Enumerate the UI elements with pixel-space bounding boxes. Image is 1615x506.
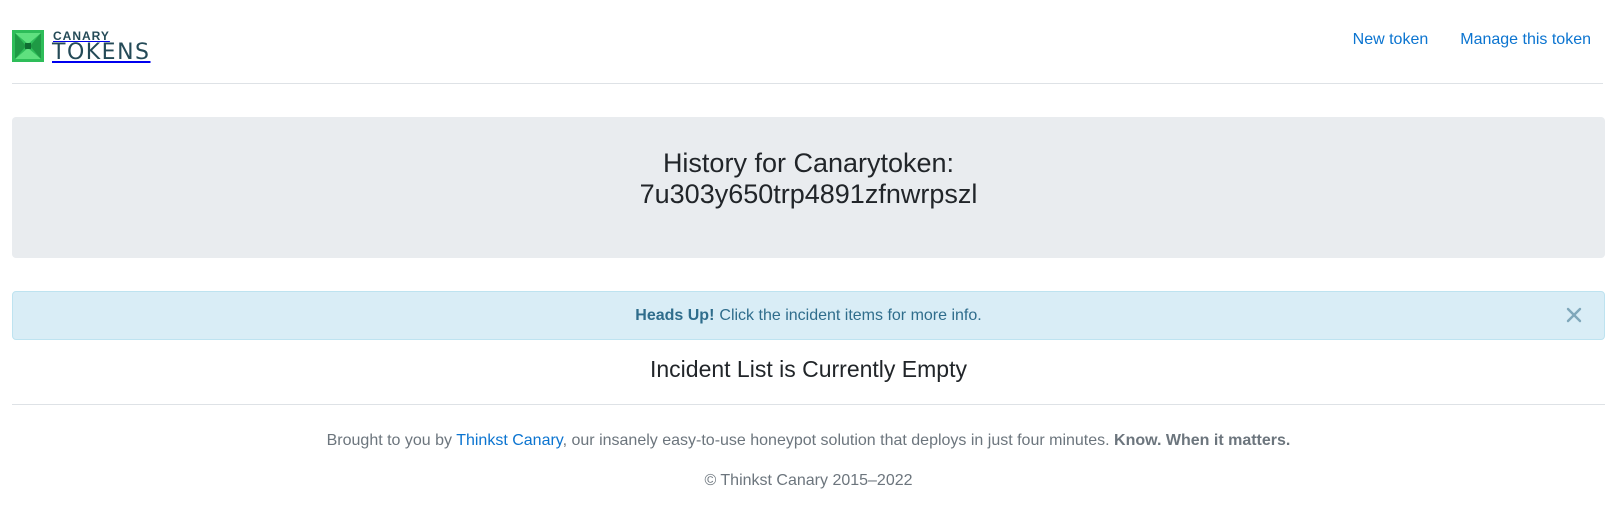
page: CANARY TOKENS New token Manage this toke… (0, 0, 1615, 506)
history-header: History for Canarytoken: 7u303y650trp489… (12, 117, 1605, 258)
footer-credits: Brought to you by Thinkst Canary, our in… (12, 430, 1605, 452)
divider (12, 404, 1605, 405)
top-nav: New token Manage this token (1321, 30, 1591, 50)
history-title: History for Canarytoken: (662, 148, 955, 178)
close-icon[interactable] (1564, 305, 1584, 325)
footer-middle: , our insanely easy-to-use honeypot solu… (562, 432, 1110, 449)
logo-text-big: TOKENS (52, 39, 151, 65)
manage-token-link[interactable]: Manage this token (1428, 30, 1591, 50)
header: CANARY TOKENS New token Manage this toke… (12, 0, 1603, 84)
token-id: 7u303y650trp4891zfnwrpszl (639, 179, 978, 209)
canarytokens-logo[interactable]: CANARY TOKENS (12, 29, 151, 63)
thinkst-canary-link[interactable]: Thinkst Canary (456, 432, 562, 449)
logo-text: CANARY TOKENS (52, 30, 151, 65)
new-token-link[interactable]: New token (1321, 30, 1429, 50)
alert-strong: Heads Up! (635, 306, 715, 324)
alert-text: Click the incident items for more info. (719, 306, 982, 324)
footer-prefix: Brought to you by (326, 432, 453, 449)
canary-logo-icon (12, 30, 44, 62)
incident-list-empty: Incident List is Currently Empty (649, 356, 967, 382)
footer-copyright: © Thinkst Canary 2015–2022 (704, 472, 913, 489)
info-alert: Heads Up! Click the incident items for m… (12, 291, 1605, 340)
footer-tagline: Know. When it matters. (1114, 432, 1291, 449)
